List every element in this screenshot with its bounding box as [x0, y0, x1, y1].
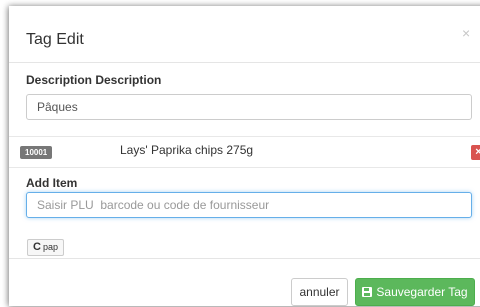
tag-edit-dialog: Tag Edit × Description Description 10001…	[9, 6, 480, 306]
pap-button-label: pap	[42, 242, 58, 252]
add-item-input[interactable]	[26, 192, 472, 218]
save-tag-label: Sauvegarder Tag	[376, 285, 468, 299]
pap-button[interactable]: Cpap	[27, 239, 64, 256]
remove-item-button[interactable]: ×	[471, 145, 480, 160]
remove-icon: ×	[475, 146, 480, 158]
item-code-badge: 10001	[20, 146, 53, 159]
close-icon[interactable]: ×	[462, 25, 470, 41]
floppy-disk-icon	[362, 287, 373, 297]
refresh-icon: C	[33, 241, 41, 253]
dialog-header: Tag Edit ×	[9, 6, 480, 63]
dialog-footer: annuler Sauvegarder Tag	[9, 258, 480, 306]
item-name: Lays' Paprika chips 275g	[120, 143, 254, 157]
description-label: Description Description	[26, 73, 162, 87]
description-input[interactable]	[26, 94, 472, 120]
cancel-button[interactable]: annuler	[291, 278, 348, 306]
add-item-label: Add Item	[26, 176, 78, 190]
save-tag-button[interactable]: Sauvegarder Tag	[355, 278, 475, 306]
tag-item-row: 10001 Lays' Paprika chips 275g ×	[9, 136, 480, 168]
dialog-title: Tag Edit	[26, 31, 84, 48]
